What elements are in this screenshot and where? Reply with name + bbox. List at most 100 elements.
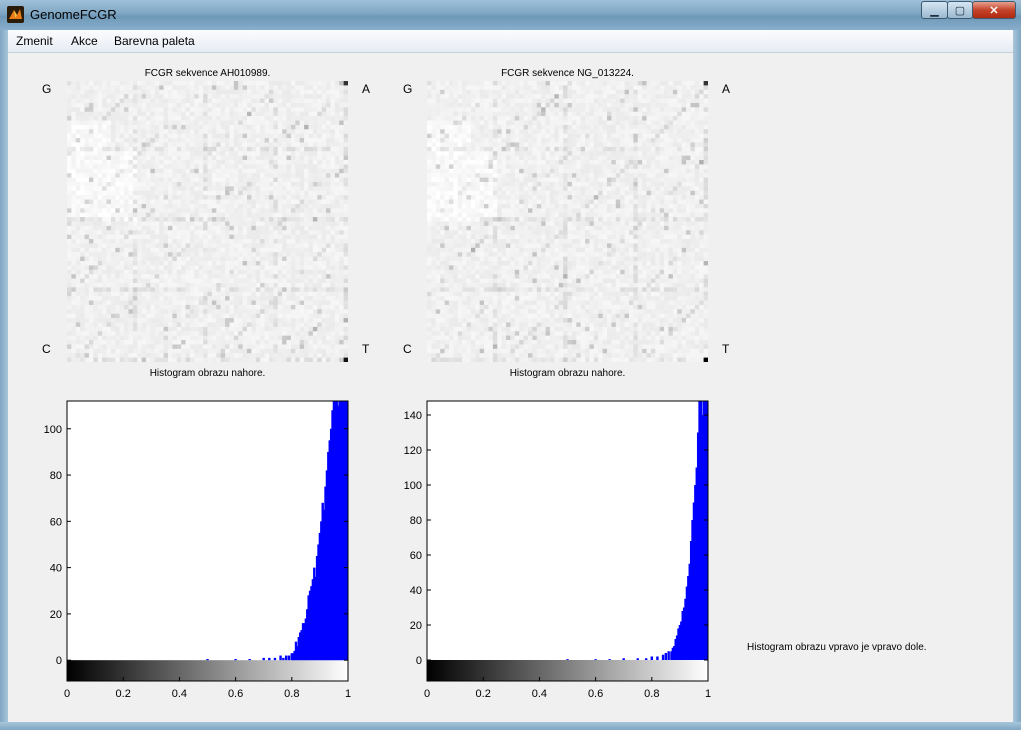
fcgr-cell [154, 164, 160, 170]
fcgr-cell [304, 138, 309, 143]
fcgr-cell [216, 85, 221, 91]
fcgr-cell [119, 239, 125, 244]
fcgr-cell [220, 181, 226, 187]
fcgr-cell [185, 199, 191, 205]
fcgr-cell [277, 212, 283, 218]
fcgr-cell [593, 81, 599, 86]
minimize-button[interactable]: ▁ [921, 1, 948, 19]
menu-zmenit[interactable]: Zmenit [16, 34, 53, 48]
fcgr-cell [128, 190, 134, 196]
fcgr-cell [93, 348, 99, 354]
fcgr-cell [330, 243, 336, 249]
fcgr-cell [317, 265, 322, 271]
fcgr-cell [286, 186, 292, 192]
fcgr-cell [519, 89, 524, 95]
fcgr-cell [326, 85, 331, 91]
fcgr-cell [233, 124, 239, 130]
fcgr-cell [444, 120, 450, 126]
fcgr-cell [225, 173, 230, 178]
fcgr-cell [549, 129, 555, 134]
fcgr-cell [150, 102, 156, 108]
fcgr-cell [334, 120, 340, 126]
fcgr-cell [343, 304, 348, 310]
fcgr-cell [150, 274, 156, 279]
fcgr-cell [119, 221, 125, 227]
fcgr-cell [238, 111, 243, 117]
fcgr-cell [462, 107, 467, 113]
fcgr-cell [115, 309, 120, 314]
fcgr-cell [176, 116, 182, 121]
fcgr-cell [343, 291, 348, 297]
fcgr-cell [137, 278, 142, 284]
fcgr-cell [308, 203, 314, 209]
fcgr-cell [343, 195, 348, 200]
fcgr-cell [194, 155, 200, 161]
fcgr-cell [255, 269, 261, 275]
fcgr-cell [172, 186, 178, 192]
fcgr-cell [75, 116, 81, 121]
fcgr-cell [268, 335, 274, 341]
fcgr-cell [334, 261, 340, 266]
title-bar[interactable]: GenomeFCGR ▁ ▢ ✕ [0, 0, 1021, 31]
fcgr-cell [576, 98, 581, 104]
fcgr-cell [343, 129, 348, 134]
fcgr-cell [132, 81, 138, 86]
fcgr-cell [536, 129, 542, 134]
fcgr-cell [97, 111, 103, 117]
fcgr-cell [67, 357, 72, 362]
fcgr-cell [255, 353, 261, 358]
fcgr-cell [194, 353, 200, 358]
menu-barevna-paleta[interactable]: Barevna paleta [114, 34, 195, 48]
fcgr-cell [273, 129, 279, 134]
fcgr-cell [137, 225, 142, 231]
fcgr-cell [75, 102, 81, 108]
fcgr-cell [317, 199, 322, 205]
close-button[interactable]: ✕ [972, 1, 1016, 19]
fcgr-cell [304, 239, 309, 244]
fcgr-cell [124, 287, 129, 293]
fcgr-cell [264, 309, 270, 314]
fcgr-cell [672, 133, 678, 139]
fcgr-cell [277, 102, 283, 108]
fcgr-cell [106, 230, 112, 235]
fcgr-cell [343, 278, 348, 284]
fcgr-cell [343, 221, 348, 227]
fcgr-cell [229, 357, 235, 362]
fcgr-cell [176, 208, 182, 214]
fcgr-cell [264, 296, 270, 301]
fcgr-cell [211, 278, 217, 284]
fcgr-cell [321, 142, 327, 148]
maximize-button[interactable]: ▢ [947, 1, 973, 19]
fcgr-cell [326, 331, 331, 336]
fcgr-cell [106, 151, 112, 156]
fcgr-cell [102, 116, 107, 121]
fcgr-cell [519, 129, 524, 134]
fcgr-cell [97, 203, 103, 209]
fcgr-cell [484, 81, 489, 86]
fcgr-cell [216, 252, 221, 257]
fcgr-cell [80, 208, 85, 214]
fcgr-cell [334, 348, 340, 354]
fcgr-cell [339, 256, 344, 262]
fcgr-cell [255, 186, 261, 192]
fcgr-cell [207, 239, 213, 244]
fcgr-cell [672, 111, 678, 117]
fcgr-cell [659, 116, 665, 121]
fcgr-cell [67, 261, 72, 266]
fcgr-cell [71, 164, 77, 170]
fcgr-cell [273, 300, 279, 306]
fcgr-cell [304, 225, 309, 231]
fcgr-cell [242, 98, 248, 104]
fcgr-cell [238, 199, 243, 205]
fcgr-cell [321, 195, 327, 200]
fcgr-cell [124, 133, 129, 139]
fcgr-cell [110, 269, 116, 275]
fcgr-cell [295, 261, 300, 266]
fcgr-cell [677, 133, 682, 139]
fcgr-cell [295, 230, 300, 235]
menu-akce[interactable]: Akce [71, 34, 98, 48]
fcgr-cell [312, 89, 318, 95]
fcgr-cell [84, 120, 90, 126]
fcgr-cell [110, 133, 116, 139]
fcgr-cell [176, 151, 182, 156]
